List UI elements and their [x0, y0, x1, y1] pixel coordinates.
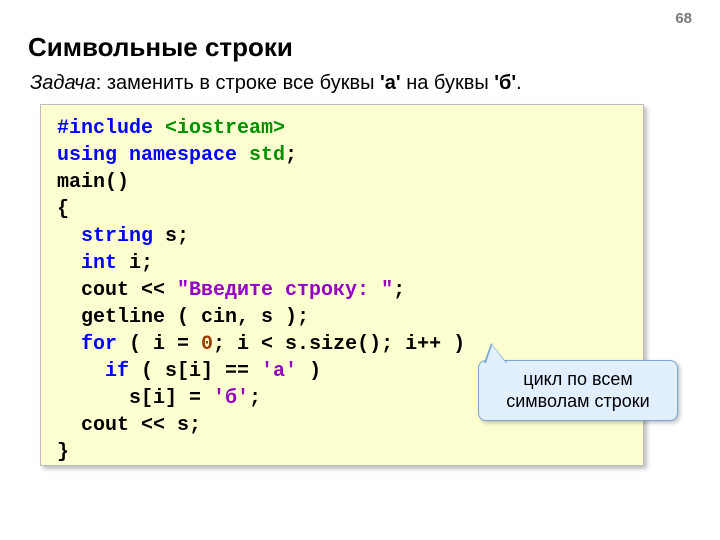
kw-include: #include: [57, 117, 165, 140]
semi: ;: [393, 279, 405, 302]
task-lit-b: 'б': [494, 72, 516, 94]
code-line: cout << "Введите строку: ";: [57, 277, 627, 304]
semi: ;: [285, 144, 297, 167]
code-line: #include <iostream>: [57, 115, 627, 142]
task-suffix: .: [516, 72, 522, 94]
if-cond: ( s[i] ==: [129, 360, 261, 383]
slide-title: Символьные строки: [28, 32, 293, 63]
code-line: for ( i = 0; i < s.size(); i++ ): [57, 331, 627, 358]
semi: ;: [249, 387, 261, 410]
var-s: s;: [165, 225, 189, 248]
string-literal: "Введите строку: ": [177, 279, 393, 302]
task-text: Задача: заменить в строке все буквы 'а' …: [30, 72, 522, 95]
header-name: <iostream>: [165, 117, 285, 140]
cout: cout <<: [57, 279, 177, 302]
assign: s[i] =: [57, 387, 213, 410]
ns-std: std: [249, 144, 285, 167]
for-init: ( i =: [117, 333, 201, 356]
num-zero: 0: [201, 333, 213, 356]
callout-pointer: [486, 345, 506, 363]
code-line: getline ( cin, s );: [57, 304, 627, 331]
char-literal-b: 'б': [213, 387, 249, 410]
char-literal-a: 'а': [261, 360, 297, 383]
kw-int: int: [57, 252, 129, 275]
code-line: {: [57, 196, 627, 223]
task-lit-a: 'а': [380, 72, 401, 94]
kw-using-namespace: using namespace: [57, 144, 249, 167]
if-close: ): [297, 360, 321, 383]
code-line: int i;: [57, 250, 627, 277]
kw-for: for: [57, 333, 117, 356]
task-mid: на буквы: [401, 72, 495, 94]
var-i: i;: [129, 252, 153, 275]
task-body: : заменить в строке все буквы: [96, 72, 380, 94]
code-line: using namespace std;: [57, 142, 627, 169]
kw-if: if: [57, 360, 129, 383]
code-line: }: [57, 439, 627, 466]
code-line: string s;: [57, 223, 627, 250]
task-label: Задача: [30, 72, 96, 94]
for-cond: ; i < s.size(); i++ ): [213, 333, 465, 356]
callout-box: цикл по всем символам строки: [478, 360, 678, 421]
kw-string: string: [57, 225, 165, 248]
page-number: 68: [675, 10, 692, 27]
code-line: main(): [57, 169, 627, 196]
